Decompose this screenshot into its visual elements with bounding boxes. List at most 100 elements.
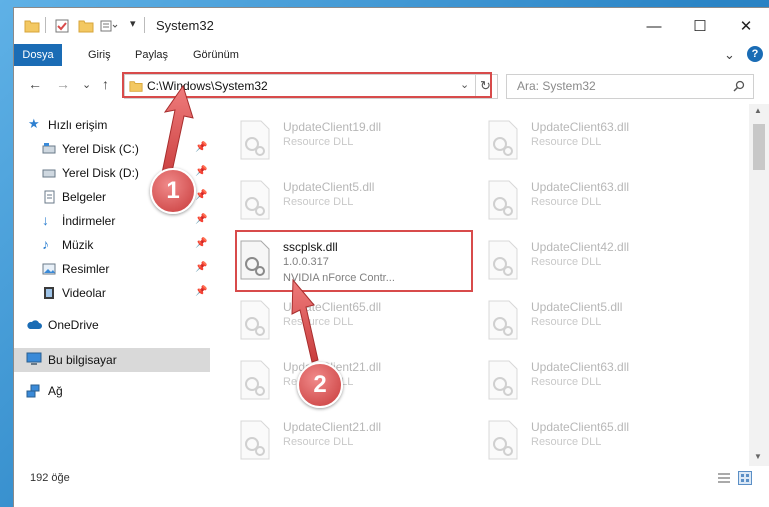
sidebar-item-label: Yerel Disk (C:): [62, 142, 139, 156]
file-item[interactable]: UpdateClient42.dll Resource DLL: [487, 234, 717, 290]
sidebar-item-videos[interactable]: Videolar 📌: [14, 282, 210, 304]
highlight-box-file: [235, 230, 473, 292]
file-item[interactable]: UpdateClient5.dll Resource DLL: [487, 294, 717, 350]
sidebar-item-onedrive[interactable]: OneDrive: [14, 314, 210, 336]
file-item[interactable]: UpdateClient21.dll Resource DLL: [239, 354, 469, 410]
up-button[interactable]: ↑: [102, 76, 109, 92]
folder-icon: [24, 20, 40, 33]
file-description: Resource DLL: [283, 136, 354, 148]
sidebar-item-network[interactable]: Ağ: [14, 380, 210, 402]
search-icon[interactable]: [733, 80, 745, 92]
sidebar-item-this-pc[interactable]: Bu bilgisayar: [14, 348, 210, 372]
search-input[interactable]: Ara: System32: [517, 79, 596, 93]
file-item[interactable]: UpdateClient19.dll Resource DLL: [239, 114, 469, 170]
network-icon: [26, 384, 40, 398]
sidebar-item-drive-c[interactable]: Yerel Disk (C:) 📌: [14, 138, 210, 160]
file-description: Resource DLL: [531, 196, 602, 208]
sidebar-item-label: İndirmeler: [62, 214, 116, 228]
tab-file[interactable]: Dosya: [14, 44, 62, 66]
separator: [45, 17, 46, 33]
minimize-button[interactable]: —: [631, 8, 677, 44]
pin-icon: 📌: [195, 238, 208, 249]
sidebar-item-quick-access[interactable]: ★ Hızlı erişim: [14, 114, 210, 136]
help-icon[interactable]: ?: [747, 46, 763, 62]
close-button[interactable]: ✕: [723, 8, 769, 44]
sidebar-item-label: Yerel Disk (D:): [62, 166, 139, 180]
dll-file-icon: [240, 420, 270, 460]
sidebar-item-music[interactable]: ♪ Müzik 📌: [14, 234, 210, 256]
sidebar-item-downloads[interactable]: ↓ İndirmeler 📌: [14, 210, 210, 232]
cloud-icon: [27, 320, 42, 329]
pin-icon: 📌: [195, 142, 208, 153]
dll-file-icon: [240, 120, 270, 160]
music-icon: ♪: [42, 236, 49, 252]
pin-icon: 📌: [195, 214, 208, 225]
scrollbar-thumb[interactable]: [753, 124, 765, 170]
file-name: UpdateClient63.dll: [531, 120, 630, 134]
sidebar-item-label: Ağ: [48, 384, 63, 398]
drive-icon: [42, 143, 56, 154]
file-description: Resource DLL: [531, 376, 602, 388]
window-title: System32: [156, 18, 214, 33]
properties-icon[interactable]: [54, 17, 70, 35]
file-item[interactable]: UpdateClient21.dll Resource DLL: [239, 414, 469, 466]
pictures-icon: [42, 263, 56, 275]
highlight-box-address: [122, 72, 492, 98]
sidebar-item-label: Hızlı erişim: [48, 118, 108, 132]
file-name: UpdateClient65.dll: [283, 300, 382, 314]
status-bar: 192 öğe: [14, 466, 769, 490]
dll-file-icon: [488, 180, 518, 220]
maximize-button[interactable]: ☐: [677, 8, 723, 44]
title-bar: ▾ System32 — ☐ ✕: [14, 8, 769, 44]
details-view-icon[interactable]: [717, 472, 731, 484]
computer-icon: [26, 352, 42, 365]
file-explorer-window: ▾ System32 — ☐ ✕ Dosya Giriş Paylaş Görü…: [14, 8, 769, 507]
file-item[interactable]: UpdateClient63.dll Resource DLL: [487, 114, 717, 170]
search-box[interactable]: Ara: System32: [506, 74, 754, 99]
file-description: Resource DLL: [283, 436, 354, 448]
dll-file-icon: [488, 240, 518, 280]
vertical-scrollbar[interactable]: ▲ ▼: [749, 104, 769, 466]
download-icon: ↓: [42, 212, 49, 228]
pin-icon: 📌: [195, 190, 208, 201]
tab-share[interactable]: Paylaş: [135, 49, 168, 61]
scroll-down-icon[interactable]: ▼: [754, 452, 762, 461]
pin-icon: 📌: [195, 262, 208, 273]
tab-view[interactable]: Görünüm: [193, 49, 239, 61]
step-badge-1: 1: [150, 168, 196, 214]
sidebar-item-pictures[interactable]: Resimler 📌: [14, 258, 210, 280]
step-badge-2: 2: [297, 362, 343, 408]
customize-toolbar-icon[interactable]: [100, 17, 118, 35]
file-name: UpdateClient19.dll: [283, 120, 382, 134]
ribbon-tabs: Dosya Giriş Paylaş Görünüm ⌄ ?: [14, 44, 769, 70]
navigation-bar: ← → ⌄ ↑ C:\Windows\System32 ⌄ ↻ Ara: Sys…: [14, 70, 769, 100]
sidebar-item-label: Videolar: [62, 286, 106, 300]
file-item[interactable]: UpdateClient5.dll Resource DLL: [239, 174, 469, 230]
file-name: UpdateClient42.dll: [531, 240, 630, 254]
dll-file-icon: [488, 120, 518, 160]
forward-button[interactable]: →: [56, 76, 70, 92]
new-folder-icon[interactable]: [78, 17, 94, 35]
pin-icon: 📌: [195, 166, 208, 177]
file-name: UpdateClient63.dll: [531, 360, 630, 374]
ribbon-expand-icon[interactable]: ⌄: [724, 47, 735, 63]
separator: [144, 17, 145, 33]
file-item[interactable]: UpdateClient65.dll Resource DLL: [239, 294, 469, 350]
file-description: Resource DLL: [531, 136, 602, 148]
sidebar-item-label: OneDrive: [48, 318, 99, 332]
scroll-up-icon[interactable]: ▲: [754, 106, 762, 115]
dll-file-icon: [488, 300, 518, 340]
video-icon: [44, 287, 54, 299]
tab-home[interactable]: Giriş: [88, 49, 111, 61]
file-item[interactable]: UpdateClient65.dll Resource DLL: [487, 414, 717, 466]
documents-icon: [44, 190, 55, 204]
file-item[interactable]: UpdateClient63.dll Resource DLL: [487, 354, 717, 410]
recent-locations-button[interactable]: ⌄: [82, 78, 91, 91]
sidebar-item-label: Belgeler: [62, 190, 107, 204]
quick-access-dropdown-icon[interactable]: ▾: [130, 17, 136, 30]
tiles-view-icon[interactable]: [738, 471, 752, 485]
file-description: Resource DLL: [531, 436, 602, 448]
back-button[interactable]: ←: [28, 76, 42, 92]
dll-file-icon: [488, 420, 518, 460]
file-item[interactable]: UpdateClient63.dll Resource DLL: [487, 174, 717, 230]
